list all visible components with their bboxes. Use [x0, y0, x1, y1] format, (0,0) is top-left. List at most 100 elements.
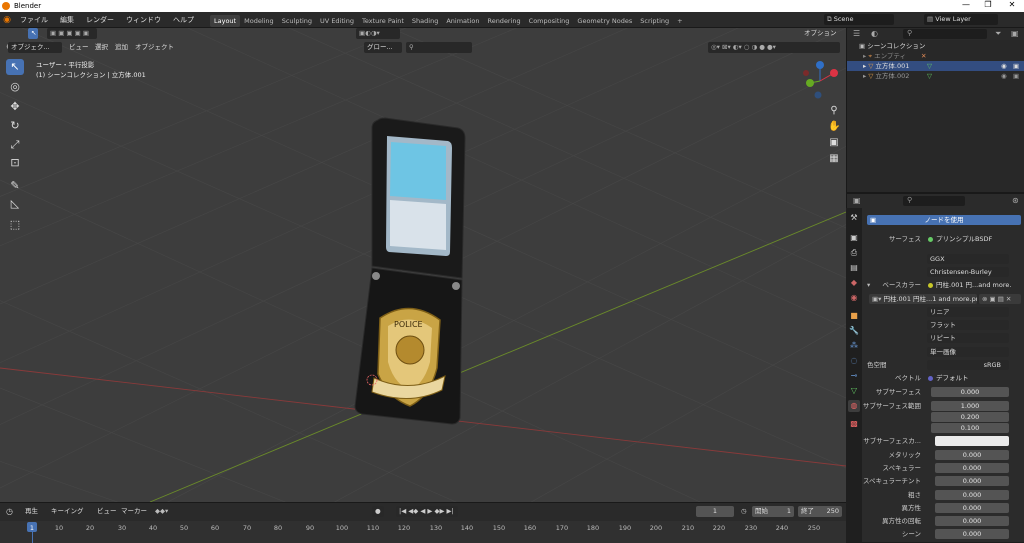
blender-menu-icon[interactable]: ◉: [0, 12, 14, 28]
use-nodes-button[interactable]: ▣ ノードを使用: [867, 215, 1021, 225]
anisotropic-field[interactable]: 0.000: [935, 503, 1009, 513]
constraint-tab-icon[interactable]: ⊸: [848, 370, 860, 382]
projection-dropdown[interactable]: フラット: [927, 320, 1009, 330]
outliner-item-empty[interactable]: ▸ ⌖ エンプティ ✕: [847, 51, 1024, 61]
close-button[interactable]: ✕: [1002, 0, 1022, 9]
data-tab-icon[interactable]: ▽: [848, 385, 860, 397]
scene-tab-icon[interactable]: ◆: [848, 277, 860, 289]
render-camera-icon[interactable]: ▣: [1013, 71, 1019, 81]
menu-help[interactable]: ヘルプ: [167, 12, 200, 28]
subsurface-radius-z-field[interactable]: 0.100: [931, 423, 1009, 433]
measure-tool-icon[interactable]: ◺: [6, 196, 24, 212]
image-datablock-field[interactable]: ▣▾ 円柱.001 円柱...1 and more.png: [869, 294, 977, 304]
interpolation-dropdown[interactable]: リニア: [927, 307, 1009, 317]
cursor-tool-icon[interactable]: ◎: [6, 79, 24, 95]
tab-shading[interactable]: Shading: [408, 15, 442, 27]
tab-rendering[interactable]: Rendering: [483, 15, 524, 27]
extension-dropdown[interactable]: リピート: [927, 333, 1009, 343]
render-tab-icon[interactable]: ▣: [848, 232, 860, 244]
keyframe-icons[interactable]: ◆◆▾: [152, 506, 171, 517]
physics-tab-icon[interactable]: ◌: [848, 355, 860, 367]
navigation-gizmo[interactable]: [800, 61, 840, 101]
distribution-dropdown[interactable]: GGX: [927, 254, 1009, 264]
tab-layout[interactable]: Layout: [210, 14, 241, 27]
material-tab-icon[interactable]: ◍: [848, 400, 860, 412]
render-camera-icon[interactable]: ▣: [1013, 61, 1019, 71]
options-dropdown[interactable]: オプション: [801, 28, 841, 39]
grid-ortho-icon[interactable]: ▦: [828, 153, 840, 165]
expand-arrow-icon[interactable]: ▾: [867, 280, 870, 291]
preview-range-icon[interactable]: ◷: [738, 506, 750, 517]
3d-viewport[interactable]: POLICE ⊕ オブジェク... ビュー 選択 追加 オブジェクト ↖ ▣ ▣…: [0, 28, 846, 502]
shading-mode-icons[interactable]: ◎▾ ⊠▾ ◐▾ ○ ◑ ● ●▾: [708, 42, 840, 53]
current-frame-field[interactable]: 1: [696, 506, 734, 517]
timeline-menu-marker[interactable]: マーカー: [118, 506, 150, 517]
mode-dropdown[interactable]: オブジェク...: [8, 42, 62, 53]
base-color-input[interactable]: 円柱.001 円...and more.pn: [925, 280, 1011, 290]
select-box-tool-icon[interactable]: ↖: [6, 59, 24, 75]
tab-geometry-nodes[interactable]: Geometry Nodes: [573, 15, 636, 27]
viewport-menu-object[interactable]: オブジェクト: [132, 42, 177, 53]
timeline-menu-keying[interactable]: キーイング: [48, 506, 87, 517]
vector-input[interactable]: デフォルト: [925, 373, 1009, 383]
minimize-button[interactable]: —: [956, 0, 976, 9]
timeline-editor-icon[interactable]: ◷: [6, 507, 13, 516]
subsurface-radius-x-field[interactable]: 1.000: [931, 401, 1009, 411]
viewport-menu-select[interactable]: 選択: [92, 42, 111, 53]
timeline-menu-playback[interactable]: 再生: [22, 506, 41, 517]
outliner-search-input[interactable]: ⚲: [903, 29, 987, 39]
display-mode-icon[interactable]: ◐: [871, 29, 878, 38]
menu-render[interactable]: レンダー: [80, 12, 120, 28]
menu-edit[interactable]: 編集: [54, 12, 80, 28]
tab-scripting[interactable]: Scripting: [636, 15, 673, 27]
image-datablock-buttons[interactable]: ⊗ ▣ ▤ ✕: [979, 294, 1021, 304]
filter-icon[interactable]: ⏷: [995, 29, 1001, 39]
zoom-icon[interactable]: ⚲: [828, 105, 840, 117]
world-tab-icon[interactable]: ◉: [848, 292, 860, 304]
move-tool-icon[interactable]: ✥: [6, 99, 24, 115]
view-layer-tab-icon[interactable]: ▤: [848, 262, 860, 274]
scene-selector[interactable]: ⧉ Scene: [824, 14, 894, 25]
tab-animation[interactable]: Animation: [442, 15, 483, 27]
menu-file[interactable]: ファイル: [14, 12, 54, 28]
restore-button[interactable]: ❐: [978, 0, 998, 9]
metallic-field[interactable]: 0.000: [935, 450, 1009, 460]
tab-compositing[interactable]: Compositing: [525, 15, 574, 27]
specular-tint-field[interactable]: 0.000: [935, 476, 1009, 486]
outliner-item-cube001[interactable]: ▸ ▽ 立方体.001 ▽ ◉ ▣: [847, 61, 1024, 71]
start-frame-field[interactable]: 開始 1: [752, 506, 794, 517]
select-mode-icons[interactable]: ▣ ▣ ▣ ▣ ▣: [47, 28, 97, 39]
viewport-menu-add[interactable]: 追加: [112, 42, 131, 53]
orientation-dropdown[interactable]: グロー...: [364, 42, 402, 53]
rotate-tool-icon[interactable]: ↻: [6, 118, 24, 134]
add-workspace-button[interactable]: +: [673, 15, 686, 27]
tab-texture-paint[interactable]: Texture Paint: [358, 15, 408, 27]
transform-tool-icon[interactable]: ⊡: [6, 155, 24, 171]
view-layer-selector[interactable]: ▤ View Layer: [924, 14, 998, 25]
viewport-menu-view[interactable]: ビュー: [66, 42, 92, 53]
end-frame-field[interactable]: 終了 250: [798, 506, 842, 517]
visibility-eye-icon[interactable]: ◉: [1001, 71, 1007, 81]
modifier-tab-icon[interactable]: 🔧: [848, 325, 860, 337]
record-button[interactable]: ●: [372, 506, 384, 517]
playback-controls[interactable]: |◀ ◀◆ ◀ ▶ ◆▶ ▶|: [396, 506, 458, 517]
tab-modeling[interactable]: Modeling: [240, 15, 278, 27]
texture-tab-icon[interactable]: ▩: [848, 418, 860, 430]
badge-wallet-object[interactable]: POLICE: [0, 28, 846, 502]
scene-collection-row[interactable]: ▣ シーンコレクション: [847, 41, 1024, 51]
pin-icon[interactable]: ⊛: [1012, 196, 1019, 205]
scale-tool-icon[interactable]: ⤢: [6, 137, 24, 153]
add-cube-tool-icon[interactable]: ⬚: [6, 217, 24, 233]
specular-field[interactable]: 0.000: [935, 463, 1009, 473]
annotate-tool-icon[interactable]: ✎: [6, 178, 24, 194]
new-collection-icon[interactable]: ▣: [1011, 29, 1019, 38]
properties-editor-icon[interactable]: ▣: [853, 196, 861, 205]
tab-sculpting[interactable]: Sculpting: [278, 15, 316, 27]
subsurface-color-swatch[interactable]: [935, 436, 1009, 446]
camera-icon[interactable]: ▣: [828, 137, 840, 149]
properties-search-input[interactable]: ⚲: [903, 196, 965, 206]
roughness-field[interactable]: 0.000: [935, 490, 1009, 500]
object-tab-icon[interactable]: ■: [848, 310, 860, 322]
output-tab-icon[interactable]: ⎙: [848, 247, 860, 259]
subsurface-method-dropdown[interactable]: Christensen-Burley: [927, 267, 1009, 277]
